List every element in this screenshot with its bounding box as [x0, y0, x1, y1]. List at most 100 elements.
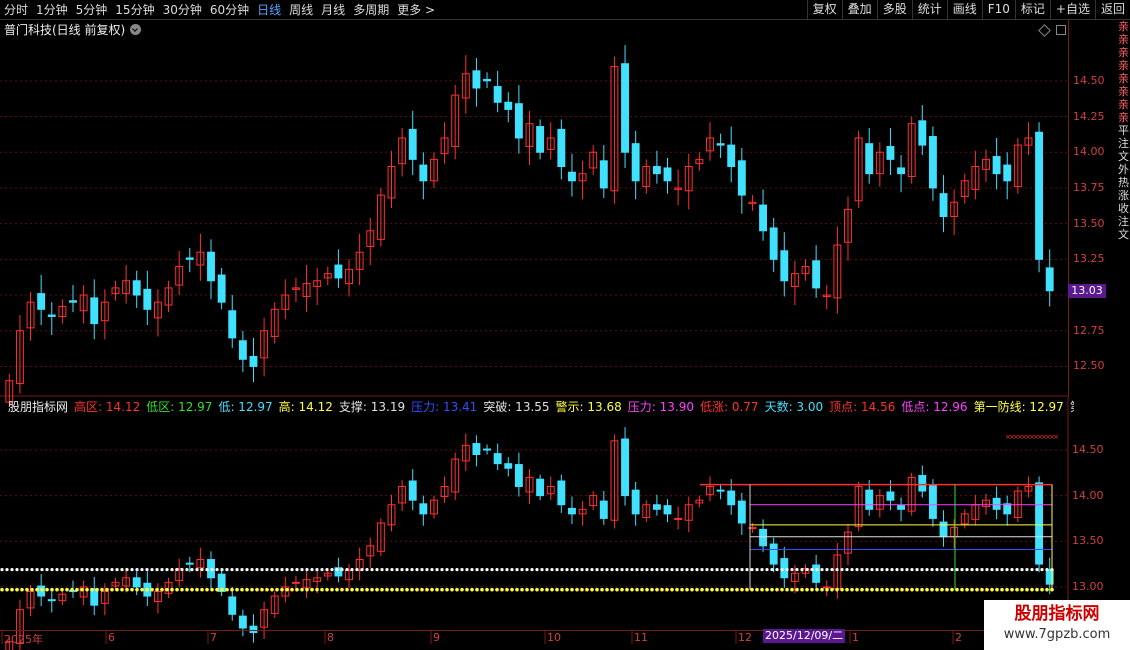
support-dot [930, 567, 934, 572]
support-dot [315, 567, 319, 572]
defense-dot [380, 587, 384, 592]
support-dot [290, 567, 294, 572]
kline-chart[interactable]: ××××××××××××× [0, 0, 1130, 650]
support-dot [30, 567, 34, 572]
support-dot [405, 567, 409, 572]
support-dot [35, 567, 39, 572]
defense-dot [340, 587, 344, 592]
defense-dot [625, 587, 629, 592]
defense-dot [960, 587, 964, 592]
support-dot [890, 567, 894, 572]
defense-dot [70, 587, 74, 592]
support-dot [780, 567, 784, 572]
date-tick-label: 9 [433, 631, 440, 644]
defense-dot [720, 587, 724, 592]
defense-dot [425, 587, 429, 592]
side-strip-char: 亲 [1118, 59, 1129, 72]
defense-dot [140, 587, 144, 592]
candle-body [238, 615, 247, 629]
candle-body [493, 453, 502, 465]
defense-dot [845, 587, 849, 592]
defense-dot [310, 587, 314, 592]
support-dot [845, 567, 849, 572]
defense-dot [565, 587, 569, 592]
defense-dot [370, 587, 374, 592]
support-dot [810, 567, 814, 572]
cross-marker: × [1053, 433, 1059, 441]
defense-dot [725, 587, 729, 592]
price-tick-label: 13.50 [1073, 216, 1105, 230]
side-strip-char: 收 [1118, 202, 1129, 215]
defense-dot [770, 587, 774, 592]
date-tick-label: 2025年 [4, 633, 43, 646]
watermark-logo: 股朋指标网 www.7gpzb.com [984, 600, 1130, 650]
defense-dot [120, 587, 124, 592]
support-dot [95, 567, 99, 572]
support-dot [465, 567, 469, 572]
side-panel-strip[interactable]: 亲亲亲亲亲亲亲亲平注文外热涨收注文 [1118, 20, 1130, 630]
support-dot [90, 567, 94, 572]
defense-dot [715, 587, 719, 592]
support-dot [125, 567, 129, 572]
defense-dot [285, 587, 289, 592]
defense-dot [40, 587, 44, 592]
indicator-field: 压力: 13.41 [411, 399, 478, 414]
defense-dot [560, 587, 564, 592]
support-dot [635, 567, 639, 572]
defense-dot [525, 587, 529, 592]
defense-dot [1015, 587, 1019, 592]
support-dot [520, 567, 524, 572]
defense-dot [635, 587, 639, 592]
defense-dot [15, 587, 19, 592]
support-dot [525, 567, 529, 572]
support-dot [85, 567, 89, 572]
support-dot [900, 567, 904, 572]
defense-dot [980, 587, 984, 592]
defense-dot [540, 587, 544, 592]
candle-body [536, 478, 545, 497]
defense-dot [290, 587, 294, 592]
defense-dot [65, 587, 69, 592]
support-dot [595, 567, 599, 572]
date-tick-label: 8 [327, 631, 334, 644]
support-dot [235, 567, 239, 572]
indicator-name[interactable]: 股朋指标网 [8, 398, 68, 415]
support-dot [915, 567, 919, 572]
support-dot [365, 567, 369, 572]
candle-body [334, 264, 343, 279]
defense-dot [375, 587, 379, 592]
support-dot [620, 567, 624, 572]
support-dot [400, 567, 404, 572]
defense-dot [485, 587, 489, 592]
support-dot [505, 567, 509, 572]
support-dot [360, 567, 364, 572]
defense-dot [670, 587, 674, 592]
defense-dot [555, 587, 559, 592]
support-dot [625, 567, 629, 572]
support-dot [935, 567, 939, 572]
defense-dot [900, 587, 904, 592]
candle-body [228, 596, 237, 615]
defense-dot [760, 587, 764, 592]
defense-dot [75, 587, 79, 592]
defense-dot [220, 587, 224, 592]
candle-body [865, 489, 874, 510]
defense-dot [130, 587, 134, 592]
support-dot [350, 567, 354, 572]
defense-dot [10, 587, 14, 592]
candle-body [207, 251, 215, 282]
support-dot [540, 567, 544, 572]
support-dot [420, 567, 424, 572]
support-dot [545, 567, 549, 572]
candle-body [217, 274, 226, 303]
support-dot [295, 567, 299, 572]
support-dot [670, 567, 674, 572]
candle-body [631, 143, 640, 182]
support-dot [755, 567, 759, 572]
defense-dot [700, 587, 704, 592]
defense-dot [55, 587, 59, 592]
support-dot [1000, 567, 1004, 572]
support-dot [730, 567, 734, 572]
defense-dot [955, 587, 959, 592]
defense-dot [50, 587, 54, 592]
